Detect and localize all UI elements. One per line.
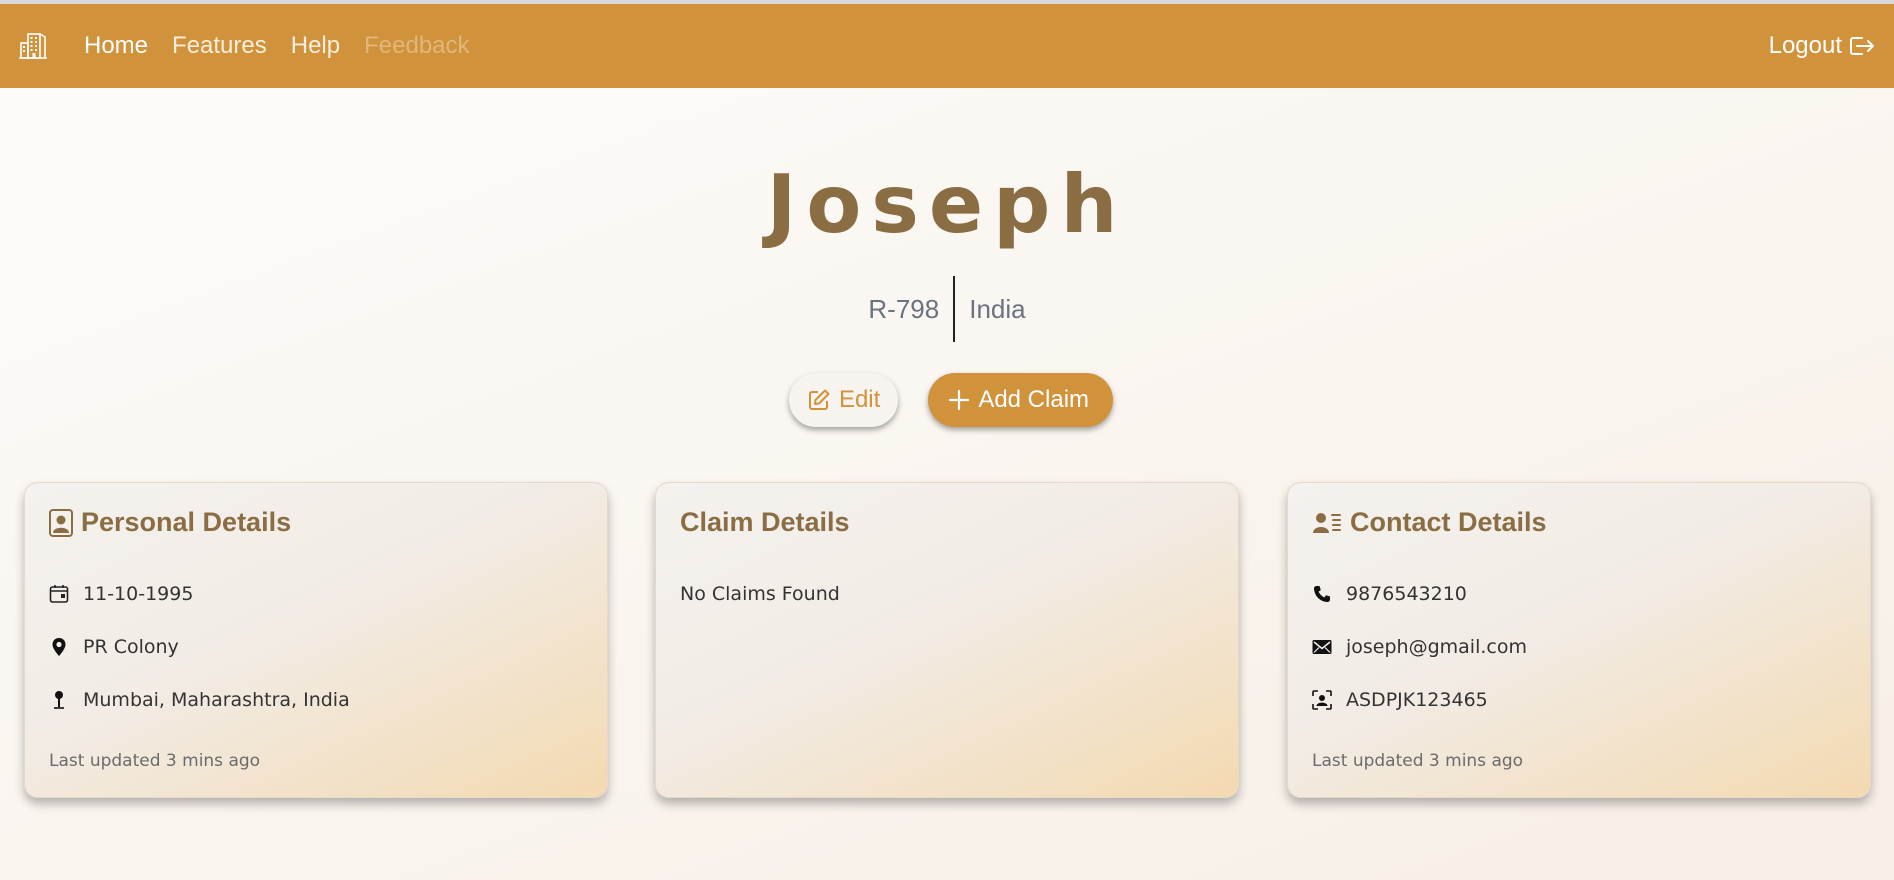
id-row: ASDPJK123465	[1312, 689, 1488, 711]
personal-details-title: Personal Details	[81, 507, 292, 537]
profile-id: R-798	[868, 293, 940, 324]
person-badge-icon	[49, 508, 73, 537]
phone-value: 9876543210	[1346, 583, 1467, 605]
nav-feedback-link: Feedback	[364, 32, 470, 59]
email-value: joseph@gmail.com	[1346, 636, 1527, 658]
contact-details-title: Contact Details	[1350, 507, 1547, 537]
profile-name: Joseph	[766, 158, 1128, 251]
logout-icon	[1850, 37, 1874, 55]
edit-icon	[808, 389, 830, 410]
contact-details-header: Contact Details	[1312, 507, 1547, 538]
logout-button[interactable]: Logout	[1769, 32, 1876, 60]
claim-details-title: Claim Details	[680, 507, 850, 537]
nav-home-link[interactable]: Home	[84, 32, 148, 60]
logout-label: Logout	[1768, 32, 1842, 59]
navbar: Home Features Help Feedback Logout	[0, 4, 1894, 88]
dob-row: 11-10-1995	[49, 583, 193, 605]
email-row: joseph@gmail.com	[1312, 636, 1527, 658]
add-claim-button[interactable]: Add Claim	[928, 373, 1114, 427]
claims-empty-message: No Claims Found	[680, 583, 840, 605]
claim-details-card: Claim Details No Claims Found	[655, 482, 1239, 798]
id-scan-icon	[1312, 690, 1332, 710]
phone-icon	[1312, 585, 1332, 603]
plus-icon	[949, 389, 970, 411]
personal-last-updated: Last updated 3 mins ago	[49, 751, 261, 771]
map-pin-icon	[49, 637, 69, 657]
envelope-icon	[1312, 639, 1332, 655]
calendar-icon	[49, 584, 69, 604]
profile-meta: R-798 India	[0, 276, 1894, 342]
address-row: PR Colony	[49, 636, 179, 658]
personal-details-header: Personal Details	[49, 507, 291, 538]
phone-row: 9876543210	[1312, 583, 1467, 605]
contact-last-updated: Last updated 3 mins ago	[1312, 751, 1524, 771]
meta-divider	[953, 276, 956, 342]
location-value: Mumbai, Maharashtra, India	[83, 689, 350, 711]
claim-details-header: Claim Details	[680, 507, 850, 538]
edit-button[interactable]: Edit	[788, 373, 899, 427]
profile-country: India	[969, 293, 1026, 324]
building-logo-icon[interactable]	[18, 31, 48, 61]
claims-empty-row: No Claims Found	[680, 583, 840, 605]
contact-list-icon	[1312, 510, 1342, 536]
address-value: PR Colony	[83, 636, 179, 658]
add-claim-label: Add Claim	[978, 386, 1090, 413]
nav-help-link[interactable]: Help	[291, 32, 340, 60]
edit-label: Edit	[838, 386, 881, 413]
pushpin-icon	[49, 690, 69, 710]
location-row: Mumbai, Maharashtra, India	[49, 689, 350, 711]
personal-details-card: Personal Details 11-10-1995 PR Colony Mu…	[24, 482, 608, 798]
nav-features-link[interactable]: Features	[172, 32, 267, 60]
profile-actions: Edit Add Claim	[0, 373, 1894, 427]
dob-value: 11-10-1995	[83, 583, 194, 605]
id-value: ASDPJK123465	[1346, 689, 1488, 711]
contact-details-card: Contact Details 9876543210 joseph@gmail.…	[1287, 482, 1871, 798]
